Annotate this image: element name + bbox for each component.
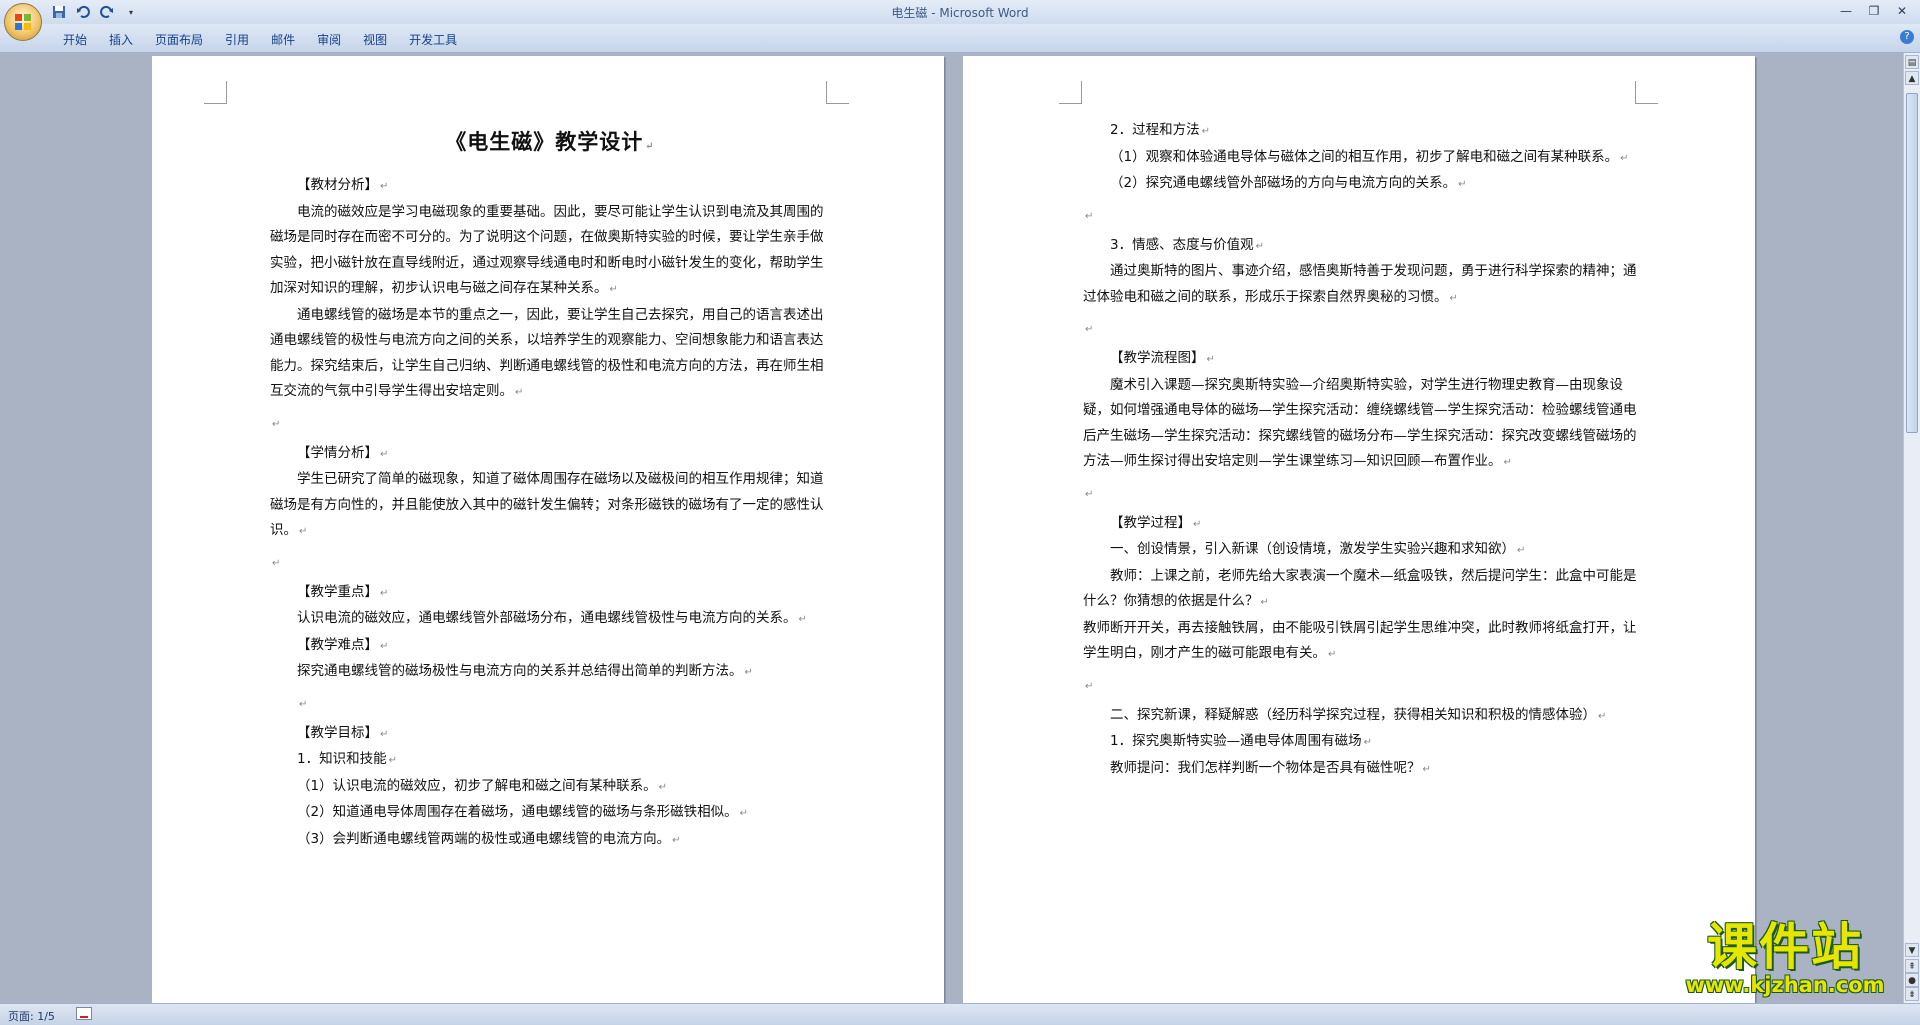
window-controls: — ❐ ✕ [1834,2,1914,20]
tab-review[interactable]: 审阅 [306,29,352,50]
section-heading: 二、探究新课，释疑解惑（经历科学探究过程，获得相关知识和积极的情感体验） ↵ [1110,706,1607,723]
scroll-thumb[interactable] [1906,93,1918,433]
empty-paragraph: ↵ [1085,324,1094,335]
empty-paragraph: ↵ [272,557,281,569]
title-bar: ▾ 电生磁 - Microsoft Word — ❐ ✕ [0,0,1920,24]
close-icon[interactable]: ✕ [1890,2,1914,20]
goal-heading: 2．过程和方法 ↵ [1110,122,1210,138]
paragraph: 学生已研究了简单的磁现象，知道了磁体周围存在磁场以及磁极间的相互作用规律；知道磁… [270,471,824,538]
empty-paragraph: ↵ [272,418,281,430]
scroll-down-icon[interactable]: ▼ [1905,943,1919,957]
minimize-icon[interactable]: — [1834,2,1858,20]
ribbon-tabs: 开始 插入 页面布局 引用 邮件 审阅 视图 开发工具 [52,29,468,50]
heading-process: 【教学过程】 ↵ [1110,514,1202,531]
tab-page-layout[interactable]: 页面布局 [144,29,214,50]
goal-item: （1）观察和体验通电导体与磁体之间的相互作用，初步了解电和磁之间有某种联系。 ↵ [1110,148,1629,165]
window-title: 电生磁 - Microsoft Word [0,4,1920,21]
heading-goals: 【教学目标】 ↵ [297,724,389,741]
paragraph: 认识电流的磁效应，通电螺线管外部磁场分布，通电螺线管极性与电流方向的关系。 ↵ [297,610,807,626]
tab-references[interactable]: 引用 [214,29,260,50]
paragraph: 通电螺线管的磁场是本节的重点之一，因此，要让学生自己去探究，用自己的语言表述出通… [270,306,824,400]
ribbon: 开始 插入 页面布局 引用 邮件 审阅 视图 开发工具 ? [0,24,1920,53]
previous-page-icon[interactable]: ⇞ [1905,959,1919,973]
page-2-content: 2．过程和方法 ↵ （1）观察和体验通电导体与磁体之间的相互作用，初步了解电和磁之… [1083,118,1643,782]
page-1-content: 《电生磁》教学设计 ↵ 【教材分析】 ↵ 电流的磁效应是学习电磁现象的重要基础。因此… [270,124,830,853]
heading-students: 【学情分析】 ↵ [297,444,389,461]
restore-icon[interactable]: ❐ [1862,2,1886,20]
crop-mark [1635,81,1658,104]
subsection-heading: 1．探究奥斯特实验—通电导体周围有磁场 ↵ [1110,733,1372,749]
paragraph: 探究通电螺线管的磁场极性与电流方向的关系并总结得出简单的判断方法。 ↵ [297,663,753,679]
app-name: Microsoft Word [939,6,1029,20]
next-page-icon[interactable]: ⇟ [1905,987,1919,1001]
heading-material: 【教材分析】 ↵ [297,177,389,193]
goal-item: （3）会判断通电螺线管两端的极性或通电螺线管的电流方向。 ↵ [297,830,681,847]
tab-home[interactable]: 开始 [52,29,98,50]
ruler-toggle-icon[interactable]: ▤ [1905,55,1919,69]
empty-paragraph: ↵ [1085,488,1094,500]
heading-key-points: 【教学重点】 ↵ [297,583,389,600]
browse-object-icon[interactable]: ● [1905,973,1919,987]
paragraph: 电流的磁效应是学习电磁现象的重要基础。因此，要尽可能让学生认识到电流及其周围的磁… [270,203,824,297]
office-logo-icon [15,14,31,30]
document-page-2[interactable]: 2．过程和方法 ↵ （1）观察和体验通电导体与磁体之间的相互作用，初步了解电和磁之… [963,56,1755,1003]
heading-difficulties: 【教学难点】 ↵ [297,636,389,653]
goal-item: （2）知道通电导体周围存在着磁场，通电螺线管的磁场与条形磁铁相似。 ↵ [297,804,748,820]
paragraph: 教师：上课之前，老师先给大家表演一个魔术—纸盒吸铁，然后提问学生：此盒中可能是什… [1083,567,1637,610]
vertical-scrollbar[interactable]: ▤ ▲ ▼ ⇞ ● ⇟ [1903,53,1920,1003]
office-button[interactable] [4,3,42,41]
crop-mark [204,81,227,104]
tab-insert[interactable]: 插入 [98,29,144,50]
tab-developer[interactable]: 开发工具 [398,29,468,50]
crop-mark [826,81,849,104]
paragraph: 魔术引入课题—探究奥斯特实验—介绍奥斯特实验，对学生进行物理史教育—由现象设疑，… [1083,376,1637,470]
paragraph: 教师提问：我们怎样判断一个物体是否具有磁性呢？ ↵ [1110,759,1431,776]
section-heading: 一、创设情景，引入新课（创设情境，激发学生实验兴趣和求知欲） ↵ [1110,541,1526,557]
scroll-up-icon[interactable]: ▲ [1905,71,1919,85]
page-indicator[interactable]: 页面: 1/5 [8,1008,55,1024]
proofing-icon[interactable] [76,1007,92,1020]
tab-mailings[interactable]: 邮件 [260,29,306,50]
paragraph: 教师断开开关，再去接触铁屑，由不能吸引铁屑引起学生思维冲突，此时教师将纸盒打开，… [1083,619,1637,662]
help-icon[interactable]: ? [1900,30,1914,44]
document-name: 电生磁 [891,6,928,20]
goal-heading: 3．情感、态度与价值观 ↵ [1110,236,1264,253]
title-separator: - [927,6,940,20]
watermark-logo: 课件站 www.kjzhan.com [1670,920,1900,1000]
document-page-1[interactable]: 《电生磁》教学设计 ↵ 【教材分析】 ↵ 电流的磁效应是学习电磁现象的重要基础。因此… [152,56,944,1003]
watermark-url: www.kjzhan.com [1685,973,1885,997]
document-title: 《电生磁》教学设计 ↵ [445,129,655,154]
tab-view[interactable]: 视图 [352,29,398,50]
crop-mark [1059,81,1082,104]
empty-paragraph: ↵ [1085,210,1094,222]
status-bar: 页面: 1/5 [0,1003,1920,1025]
goal-item: （1）认识电流的磁效应，初步了解电和磁之间有某种联系。 ↵ [297,777,667,794]
watermark-title: 课件站 [1707,918,1863,976]
goal-heading: 1．知识和技能 ↵ [297,751,397,767]
paragraph: 通过奥斯特的图片、事迹介绍，感悟奥斯特善于发现问题，勇于进行科学探索的精神；通过… [1083,263,1637,305]
goal-item: （2）探究通电螺线管外部磁场的方向与电流方向的关系。 ↵ [1110,175,1467,191]
empty-paragraph: ↵ [299,698,308,710]
empty-paragraph: ↵ [1085,680,1094,692]
heading-flowchart: 【教学流程图】 ↵ [1110,350,1215,366]
document-area: 《电生磁》教学设计 ↵ 【教材分析】 ↵ 电流的磁效应是学习电磁现象的重要基础。因此… [0,53,1903,1003]
